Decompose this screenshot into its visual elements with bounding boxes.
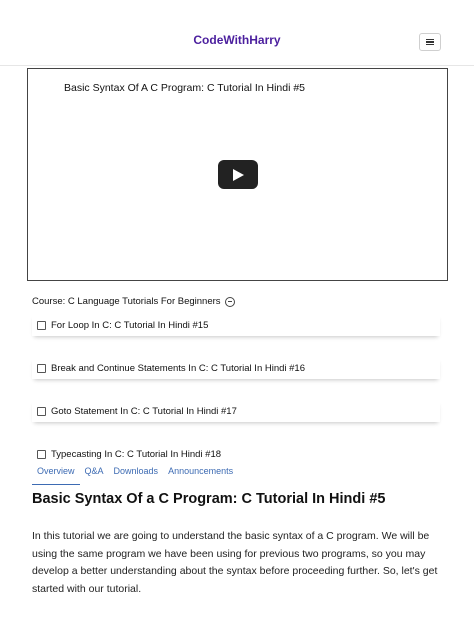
play-button-icon[interactable] (218, 160, 258, 189)
content-tabs: Overview Q&A Downloads Announcements (32, 463, 238, 485)
tutorial-description: In this tutorial we are going to underst… (32, 530, 438, 595)
lesson-title[interactable]: Break and Continue Statements In C: C Tu… (51, 363, 305, 374)
tab-qa[interactable]: Q&A (80, 463, 109, 485)
site-brand[interactable]: CodeWithHarry (0, 33, 474, 47)
course-title: Course: C Language Tutorials For Beginne… (32, 296, 235, 307)
lesson-checkbox[interactable] (37, 449, 46, 459)
hamburger-menu-icon[interactable] (419, 33, 441, 51)
lesson-checkbox[interactable] (37, 320, 46, 330)
lesson-title[interactable]: Goto Statement In C: C Tutorial In Hindi… (51, 406, 237, 417)
course-label: Course: C Language Tutorials For Beginne… (32, 296, 221, 307)
page-title: Basic Syntax Of a C Program: C Tutorial … (32, 491, 386, 507)
lesson-item[interactable]: For Loop In C: C Tutorial In Hindi #15 (32, 314, 440, 336)
top-navbar: CodeWithHarry (0, 0, 474, 66)
lesson-checkbox[interactable] (37, 363, 46, 373)
lesson-item[interactable]: Goto Statement In C: C Tutorial In Hindi… (32, 400, 440, 422)
lesson-title[interactable]: For Loop In C: C Tutorial In Hindi #15 (51, 320, 208, 331)
tab-overview[interactable]: Overview (32, 463, 80, 485)
lesson-title[interactable]: Typecasting In C: C Tutorial In Hindi #1… (51, 449, 221, 460)
lesson-checkbox[interactable] (37, 406, 46, 416)
lesson-item[interactable]: Break and Continue Statements In C: C Tu… (32, 357, 440, 379)
minus-circle-icon[interactable] (224, 296, 235, 307)
tab-downloads[interactable]: Downloads (109, 463, 164, 485)
tab-announcements[interactable]: Announcements (163, 463, 238, 485)
video-player[interactable]: Basic Syntax Of A C Program: C Tutorial … (27, 68, 448, 281)
lesson-item[interactable]: Typecasting In C: C Tutorial In Hindi #1… (32, 443, 440, 465)
video-title[interactable]: Basic Syntax Of A C Program: C Tutorial … (64, 82, 305, 94)
